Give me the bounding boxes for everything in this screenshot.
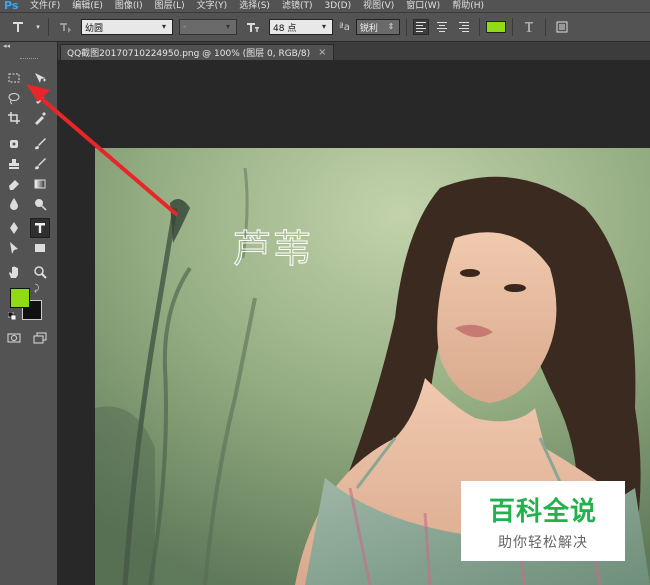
font-size-icon	[243, 17, 263, 37]
menu-layer[interactable]: 图层(L)	[149, 0, 191, 12]
text-color-swatch[interactable]	[485, 21, 506, 33]
horizontal-type-tool-icon[interactable]	[30, 218, 50, 238]
document-tab[interactable]: QQ截图20170710224950.png @ 100% (图层 0, RGB…	[60, 44, 334, 60]
menu-image[interactable]: 图像(I)	[109, 0, 149, 12]
separator	[544, 18, 546, 36]
pen-tool-icon[interactable]	[4, 218, 24, 238]
photoshop-logo: Ps	[4, 0, 19, 12]
toggle-orientation-icon[interactable]	[55, 17, 75, 37]
type-tool-preset-icon[interactable]	[8, 17, 28, 37]
menu-select[interactable]: 选择(S)	[233, 0, 276, 12]
font-family-select[interactable]: 幼圆 ▾	[81, 19, 173, 35]
separator	[478, 18, 480, 36]
menu-edit[interactable]: 编辑(E)	[66, 0, 109, 12]
chevron-updown-icon: ⇕	[387, 22, 395, 31]
crop-tool-icon[interactable]	[4, 108, 24, 128]
antialias-value: 锐利	[359, 23, 378, 34]
menu-file[interactable]: 文件(F)	[24, 0, 66, 12]
align-right-button[interactable]	[457, 19, 473, 35]
rectangular-marquee-tool-icon[interactable]	[4, 68, 24, 88]
hand-tool-icon[interactable]	[4, 262, 24, 282]
close-icon[interactable]: ×	[318, 47, 326, 58]
quick-mask-icon[interactable]	[4, 328, 24, 348]
menu-3d[interactable]: 3D(D)	[318, 0, 357, 12]
blur-tool-icon[interactable]	[4, 194, 24, 214]
align-left-button[interactable]	[412, 19, 429, 35]
antialias-select[interactable]: 锐利 ⇕	[355, 19, 400, 35]
font-style-value: -	[183, 22, 187, 32]
default-colors-icon[interactable]	[7, 311, 17, 321]
warp-text-icon[interactable]	[519, 17, 539, 37]
menu-filter[interactable]: 滤镜(T)	[276, 0, 319, 12]
collapse-panel-icon[interactable]: ◂◂	[0, 42, 57, 50]
options-bar: ▾ 幼圆 ▾ - ▾ 48 点 ▾ ªa 锐利 ⇕	[0, 12, 650, 42]
chevron-down-icon: ▾	[161, 22, 166, 31]
font-style-select[interactable]: - ▾	[179, 19, 237, 35]
font-size-select[interactable]: 48 点 ▾	[269, 19, 333, 35]
path-selection-tool-icon[interactable]	[4, 238, 24, 258]
document-tab-title: QQ截图20170710224950.png @ 100% (图层 0, RGB…	[67, 49, 311, 59]
eraser-tool-icon[interactable]	[4, 174, 24, 194]
gradient-tool-icon[interactable]	[30, 174, 50, 194]
chevron-down-icon: ▾	[225, 22, 230, 31]
menu-window[interactable]: 窗口(W)	[400, 0, 446, 12]
panel-grip[interactable]	[20, 58, 38, 60]
separator	[48, 18, 49, 36]
dodge-tool-icon[interactable]	[30, 194, 50, 214]
swap-colors-icon[interactable]: ⤸	[34, 284, 39, 294]
align-center-button[interactable]	[435, 19, 451, 35]
menu-bar: Ps 文件(F) 编辑(E) 图像(I) 图层(L) 文字(Y) 选择(S) 滤…	[0, 0, 650, 12]
tools-panel: ◂◂ ⤸	[0, 42, 58, 585]
antialias-icon: ªa	[339, 21, 350, 33]
brush-tool-icon[interactable]	[30, 134, 50, 154]
eyedropper-tool-icon[interactable]	[30, 108, 50, 128]
history-brush-tool-icon[interactable]	[30, 154, 50, 174]
spot-healing-tool-icon[interactable]	[4, 134, 24, 154]
zoom-tool-icon[interactable]	[30, 262, 50, 282]
document-tab-bar: QQ截图20170710224950.png @ 100% (图层 0, RGB…	[0, 42, 650, 60]
font-family-value: 幼圆	[85, 23, 104, 34]
move-tool-icon[interactable]	[30, 68, 50, 88]
text-selection-marquee[interactable]: 芦苇	[232, 218, 313, 273]
separator	[405, 18, 407, 36]
character-panel-icon[interactable]	[552, 17, 572, 37]
separator	[511, 18, 513, 36]
menu-view[interactable]: 视图(V)	[357, 0, 400, 12]
lasso-tool-icon[interactable]	[4, 88, 24, 108]
foreground-color-swatch[interactable]	[10, 288, 30, 308]
watermark-subtitle: 助你轻松解决	[498, 534, 588, 551]
menu-help[interactable]: 帮助(H)	[446, 0, 490, 12]
watermark-title: 百科全说	[488, 496, 597, 527]
preset-caret-icon[interactable]: ▾	[34, 17, 42, 37]
screen-mode-icon[interactable]	[30, 328, 50, 348]
quick-selection-tool-icon[interactable]	[30, 88, 50, 108]
clone-stamp-tool-icon[interactable]	[4, 154, 24, 174]
rectangle-tool-icon[interactable]	[30, 238, 50, 258]
watermark-badge: 百科全说 助你轻松解决	[461, 481, 625, 561]
menu-type[interactable]: 文字(Y)	[191, 0, 234, 12]
font-size-value: 48 点	[273, 23, 297, 34]
chevron-down-icon: ▾	[321, 22, 326, 31]
